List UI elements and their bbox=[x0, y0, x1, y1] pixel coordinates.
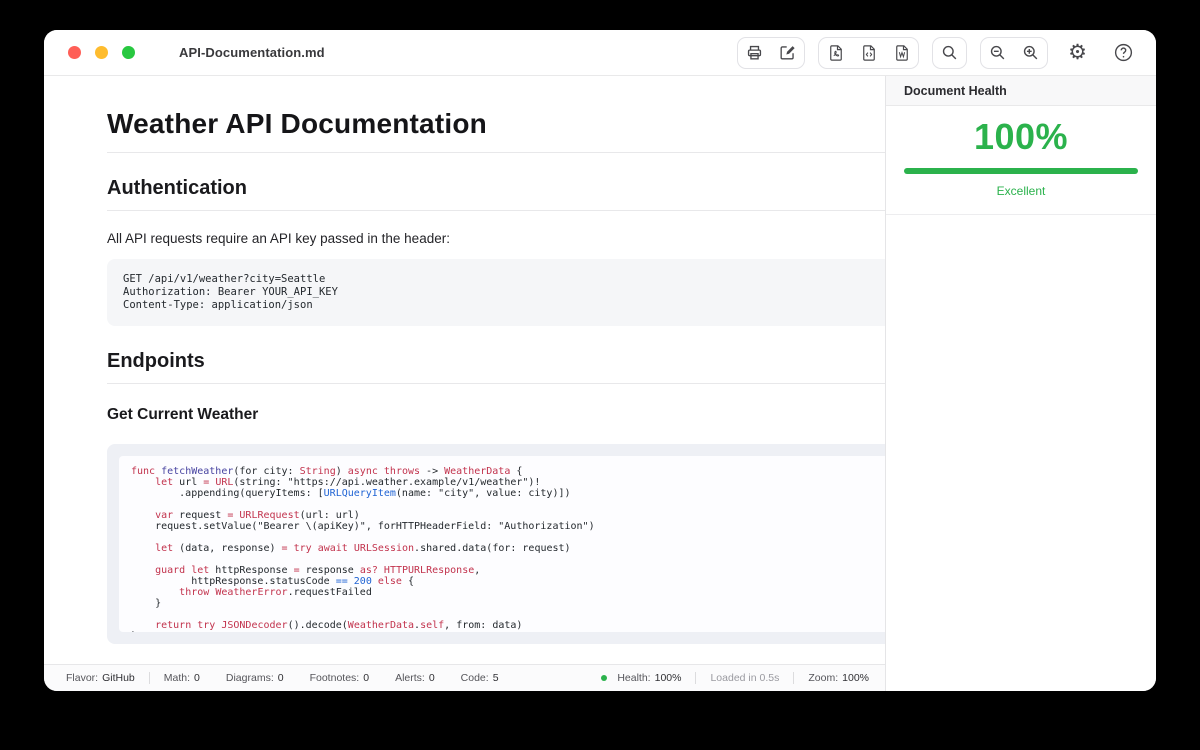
traffic-lights bbox=[68, 46, 135, 59]
auth-paragraph: All API requests require an API key pass… bbox=[107, 231, 450, 246]
code-line: guard let httpResponse = response as? HT… bbox=[155, 565, 481, 576]
maximize-window-button[interactable] bbox=[122, 46, 135, 59]
divider bbox=[107, 152, 885, 153]
settings-gear-icon[interactable]: ⚙ bbox=[1061, 38, 1094, 68]
status-load-time: Loaded in 0.5s bbox=[710, 672, 780, 684]
close-window-button[interactable] bbox=[68, 46, 81, 59]
authentication-heading: Authentication bbox=[107, 177, 247, 199]
divider bbox=[107, 210, 885, 211]
divider bbox=[107, 383, 885, 384]
status-diagrams: Diagrams: 0 bbox=[225, 672, 284, 684]
swift-code-inner: func fetchWeather(for city: String) asyn… bbox=[119, 456, 885, 632]
code-line: let url = URL(string: "https://api.weath… bbox=[155, 477, 541, 488]
get-current-weather-heading: Get Current Weather bbox=[107, 406, 259, 423]
status-alerts: Alerts: 0 bbox=[395, 672, 435, 684]
code-line: return try JSONDecoder().decode(WeatherD… bbox=[155, 620, 523, 631]
code-line: func fetchWeather(for city: String) asyn… bbox=[131, 466, 523, 477]
document-health-panel: Document Health 100% Excellent bbox=[885, 76, 1156, 691]
status-flavor[interactable]: Flavor: GitHub bbox=[66, 672, 135, 684]
printer-icon[interactable] bbox=[738, 38, 771, 68]
export-pdf-icon[interactable] bbox=[819, 38, 852, 68]
search-icon[interactable] bbox=[933, 38, 966, 68]
window-title: API-Documentation.md bbox=[179, 45, 325, 60]
code-line: var request = URLRequest(url: url) bbox=[155, 510, 360, 521]
help-icon[interactable] bbox=[1107, 38, 1140, 68]
code-line: } bbox=[131, 631, 885, 632]
code-line: .appending(queryItems: [URLQueryItem(nam… bbox=[131, 488, 571, 499]
health-progress-bar bbox=[904, 168, 1138, 174]
export-group bbox=[818, 36, 919, 69]
status-separator bbox=[695, 672, 697, 684]
status-math: Math: 0 bbox=[163, 672, 200, 684]
app-window: API-Documentation.md ⚙ Weather API Docum… bbox=[44, 30, 1156, 691]
title-bar: API-Documentation.md ⚙ bbox=[44, 30, 1156, 76]
zoom-in-icon[interactable] bbox=[1014, 38, 1047, 68]
code-line: request.setValue("Bearer \(apiKey)", for… bbox=[131, 521, 595, 532]
code-line: httpResponse.statusCode == 200 else { bbox=[131, 576, 415, 587]
page-title: Weather API Documentation bbox=[107, 108, 487, 139]
toolbar: ⚙ bbox=[737, 36, 1140, 69]
status-bar: Flavor: GitHub Math: 0 Diagrams: 0 Footn… bbox=[44, 664, 885, 691]
code-line: let (data, response) = try await URLSess… bbox=[155, 543, 571, 554]
health-summary: 100% Excellent bbox=[886, 106, 1156, 215]
health-percent: 100% bbox=[973, 116, 1069, 157]
markdown-preview[interactable]: Weather API Documentation Authentication… bbox=[44, 76, 885, 664]
status-separator bbox=[793, 672, 795, 684]
status-separator bbox=[148, 672, 150, 684]
status-code-count: Code: 5 bbox=[460, 672, 499, 684]
search-group bbox=[932, 36, 967, 69]
document-health-header: Document Health bbox=[886, 76, 1156, 106]
status-health: Health: 100% bbox=[601, 672, 681, 684]
code-line: } bbox=[131, 598, 162, 609]
endpoints-heading: Endpoints bbox=[107, 350, 205, 372]
status-zoom[interactable]: Zoom: 100% bbox=[808, 672, 869, 684]
export-html-icon[interactable] bbox=[852, 38, 885, 68]
zoom-group bbox=[980, 36, 1048, 69]
export-word-icon[interactable] bbox=[885, 38, 918, 68]
swift-code-block: func fetchWeather(for city: String) asyn… bbox=[107, 444, 885, 644]
code-line: throw WeatherError.requestFailed bbox=[179, 587, 372, 598]
http-code-block: GET /api/v1/weather?city=Seattle Authori… bbox=[107, 259, 885, 326]
zoom-out-icon[interactable] bbox=[981, 38, 1014, 68]
health-status-dot bbox=[601, 675, 608, 681]
print-edit-group bbox=[737, 36, 805, 69]
minimize-window-button[interactable] bbox=[95, 46, 108, 59]
health-rating-label: Excellent bbox=[996, 184, 1046, 198]
edit-icon[interactable] bbox=[771, 38, 804, 68]
status-footnotes: Footnotes: 0 bbox=[309, 672, 370, 684]
